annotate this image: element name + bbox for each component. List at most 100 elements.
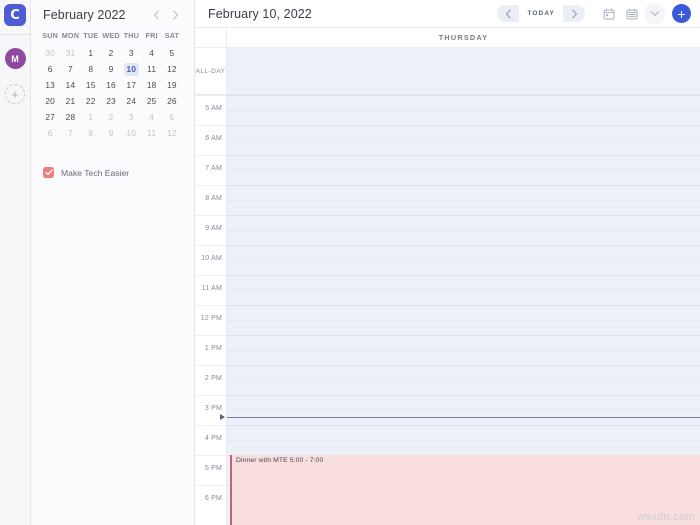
mini-calendar-day[interactable]: 6	[40, 61, 60, 77]
mini-calendar-day[interactable]: 15	[81, 77, 101, 93]
mini-calendar-day[interactable]: 11	[141, 125, 161, 141]
hour-gridline	[227, 155, 700, 156]
mini-calendar-day-number: 24	[126, 96, 137, 106]
hour-gutter-line	[195, 455, 226, 456]
calendar-checkbox[interactable]	[43, 167, 54, 178]
calendar-event[interactable]: Dinner with MTE 5:00 - 7:00	[230, 455, 700, 525]
half-hour-gridline	[227, 290, 700, 291]
mini-calendar-day[interactable]: 31	[60, 45, 80, 61]
mini-calendar-day[interactable]: 8	[81, 125, 101, 141]
next-day-button[interactable]	[563, 5, 585, 22]
mini-calendar-day[interactable]: 9	[101, 61, 121, 77]
mini-calendar-day[interactable]: 12	[162, 125, 182, 141]
mini-calendar-day[interactable]: 28	[60, 109, 80, 125]
mini-calendar-weekday-header: SUN MON TUE WED THU FRI SAT	[40, 29, 185, 45]
mini-calendar-day-number: 5	[169, 112, 175, 122]
mini-calendar-day[interactable]: 3	[121, 45, 141, 61]
mini-calendar-day[interactable]: 9	[101, 125, 121, 141]
current-time-line	[227, 417, 700, 418]
mini-calendar-day[interactable]: 10	[121, 125, 141, 141]
mini-calendar-day[interactable]: 17	[121, 77, 141, 93]
mini-calendar-day-number: 3	[128, 112, 134, 122]
mini-calendar-day[interactable]: 24	[121, 93, 141, 109]
mini-calendar-day-number: 11	[147, 64, 157, 74]
mini-calendar-day-number: 9	[108, 64, 114, 74]
mini-calendar-day-number: 8	[88, 64, 94, 74]
mini-calendar-day[interactable]: 27	[40, 109, 60, 125]
time-grid: 5 AM 6 AM 7 AM 8 AM 9 AM 10 AM 11 AM 12 PM 1 PM 2…	[195, 95, 700, 525]
mini-calendar-day[interactable]: 30	[40, 45, 60, 61]
hour-gridline	[227, 125, 700, 126]
mini-calendar-day[interactable]: 11	[141, 61, 161, 77]
hour-gutter-line	[195, 485, 226, 486]
mini-calendar-day-number: 26	[167, 96, 177, 106]
mini-calendar-day[interactable]: 22	[81, 93, 101, 109]
hour-gridline	[227, 365, 700, 366]
mini-calendar-day[interactable]: 6	[40, 125, 60, 141]
mini-calendar-day-number: 2	[108, 112, 114, 122]
mini-calendar-day[interactable]: 23	[101, 93, 121, 109]
mini-calendar-day-number: 9	[108, 128, 114, 138]
mini-calendar-day[interactable]: 1	[81, 45, 101, 61]
calendar-list-item[interactable]: Make Tech Easier	[43, 167, 185, 178]
day-column[interactable]: Dinner with MTE 5:00 - 7:00	[227, 95, 700, 525]
mini-calendar-weekday: FRI	[145, 31, 158, 40]
half-hour-gridline	[227, 260, 700, 261]
mini-calendar-week: 13 14 15 16 17 18 19	[40, 77, 185, 93]
mini-calendar-day[interactable]: 12	[162, 61, 182, 77]
app-logo-icon[interactable]: C	[4, 4, 26, 26]
add-account-button[interactable]: +	[5, 84, 25, 104]
mini-calendar-day[interactable]: 8	[81, 61, 101, 77]
prev-day-button[interactable]	[497, 5, 519, 22]
hour-gutter-line	[195, 365, 226, 366]
mini-calendar-next-button[interactable]	[166, 5, 185, 24]
mini-calendar-day-selected[interactable]: 10	[121, 61, 141, 77]
chevron-down-icon[interactable]	[644, 3, 665, 24]
avatar[interactable]: M	[4, 48, 26, 69]
calendar-day-icon[interactable]	[598, 3, 619, 24]
hour-label: 6 AM	[205, 135, 222, 142]
mini-calendar-day-number: 15	[85, 80, 96, 90]
mini-calendar-day[interactable]: 25	[141, 93, 161, 109]
mini-calendar-day[interactable]: 5	[162, 109, 182, 125]
time-gutter-header	[195, 28, 227, 47]
mini-calendar-day[interactable]: 18	[141, 77, 161, 93]
hour-gutter-line	[195, 125, 226, 126]
mini-calendar-day-number: 1	[88, 112, 94, 122]
mini-calendar-day[interactable]: 1	[81, 109, 101, 125]
mini-calendar-day[interactable]: 2	[101, 45, 121, 61]
mini-calendar-day[interactable]: 20	[40, 93, 60, 109]
mini-calendar-day[interactable]: 21	[60, 93, 80, 109]
hour-gridline	[227, 215, 700, 216]
all-day-cell[interactable]	[227, 48, 700, 94]
mini-calendar-day[interactable]: 7	[60, 61, 80, 77]
half-hour-gridline	[227, 230, 700, 231]
hour-label: 12 PM	[200, 315, 222, 322]
mini-calendar-day-number: 28	[65, 112, 76, 122]
rail-divider	[0, 34, 30, 35]
today-button[interactable]: TODAY	[519, 5, 563, 22]
mini-calendar-day-number: 14	[65, 80, 76, 90]
mini-calendar-day[interactable]: 13	[40, 77, 60, 93]
mini-calendar-header: February 2022	[40, 0, 185, 29]
chevron-right-icon	[173, 9, 178, 20]
half-hour-gridline	[227, 410, 700, 411]
mini-calendar-weekday: MON	[61, 31, 80, 40]
mini-calendar-day[interactable]: 26	[162, 93, 182, 109]
mini-calendar-day[interactable]: 7	[60, 125, 80, 141]
mini-calendar-day[interactable]: 4	[141, 45, 161, 61]
mini-calendar-prev-button[interactable]	[147, 5, 166, 24]
mini-calendar-day[interactable]: 2	[101, 109, 121, 125]
add-event-button[interactable]: +	[672, 4, 691, 23]
mini-calendar-day[interactable]: 19	[162, 77, 182, 93]
mini-calendar-day[interactable]: 14	[60, 77, 80, 93]
calendar-list-icon[interactable]	[621, 3, 642, 24]
mini-calendar-day[interactable]: 3	[121, 109, 141, 125]
mini-calendar-week: 30 31 1 2 3 4 5	[40, 45, 185, 61]
mini-calendar-grid[interactable]: 30 31 1 2 3 4 5 6 7 8 9 10 11 12 13 14 15 16 17 18 19 20 21 22 2…	[40, 45, 185, 141]
mini-calendar-day-number: 23	[106, 96, 116, 106]
mini-calendar-day-number: 22	[85, 96, 96, 106]
mini-calendar-day[interactable]: 5	[162, 45, 182, 61]
mini-calendar-day[interactable]: 4	[141, 109, 161, 125]
mini-calendar-day[interactable]: 16	[101, 77, 121, 93]
